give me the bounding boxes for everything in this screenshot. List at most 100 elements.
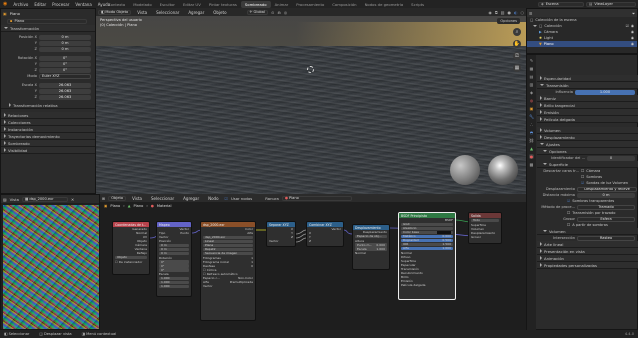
alpha-field[interactable]: Alfa 1.000: [401, 246, 453, 250]
plane-row[interactable]: ▼ Plano ◉: [527, 41, 637, 47]
lineart-section[interactable]: Arte lineal: [537, 241, 638, 248]
camera-checkbox[interactable]: ☐: [581, 169, 584, 173]
shadow-checkbox[interactable]: ☐: [581, 175, 584, 179]
lightprobe-checkbox[interactable]: ☑: [581, 181, 584, 185]
close-image-icon[interactable]: ✕: [71, 197, 74, 202]
viewport-menu-view[interactable]: Vista: [134, 10, 150, 15]
view-layer-selector[interactable]: ▤ ViewLayer: [586, 1, 636, 7]
mapping-type-dropdown[interactable]: Punto: [180, 231, 189, 235]
settings-section[interactable]: Ajustes: [537, 141, 638, 148]
constraints-tab-icon[interactable]: ⛓︎: [529, 138, 534, 143]
navigation-gizmo[interactable]: ⌕ ✋ ⎚ ▦: [512, 28, 522, 88]
data-tab-icon[interactable]: ▲: [530, 146, 533, 151]
image-texture-node[interactable]: dsp_2000.exr Color Alfa dsp_2000.exr Lin…: [200, 221, 256, 321]
modifier-tab-icon[interactable]: 🔧︎: [529, 114, 534, 119]
rotation-mode-dropdown[interactable]: Euler XYZ: [39, 73, 91, 79]
checkbox-icon[interactable]: ☑: [626, 24, 629, 28]
displacement-scale-field[interactable]: Escala 1.000: [355, 247, 387, 251]
output-tab-icon[interactable]: ▤: [530, 74, 534, 79]
collections-section[interactable]: Colecciones: [1, 119, 95, 126]
eye-icon[interactable]: ◉: [631, 30, 634, 34]
relations-section[interactable]: Relaciones: [1, 112, 95, 119]
image-offset-field[interactable]: 0: [251, 264, 253, 268]
viewport-display-section[interactable]: Presentación en vista: [537, 248, 638, 255]
object-name-field[interactable]: ▪ Plano: [7, 18, 87, 24]
image-editor-icon[interactable]: ▨: [3, 197, 7, 202]
overlay-icon[interactable]: ⧉: [495, 10, 498, 15]
tab-uv[interactable]: Editar UV: [179, 1, 205, 8]
mapping-node[interactable]: Mapeo Vector Tipo Punto Vector Posición 0…: [156, 221, 192, 297]
outliner-editor-icon[interactable]: ☰: [529, 11, 532, 16]
visibility-section[interactable]: Visibilidad: [1, 147, 95, 154]
shading-solid-icon[interactable]: ●: [508, 10, 512, 15]
combine-xyz-node[interactable]: Combinar XYZ Vector X Y Z: [306, 221, 344, 247]
image-selector[interactable]: ▩ dsp_2000.exr: [21, 196, 68, 202]
menu-file[interactable]: Archivo: [10, 2, 31, 7]
rotation-y-field[interactable]: 0°: [39, 61, 91, 67]
surface-subsection[interactable]: Superficie: [537, 161, 638, 168]
object-tab-icon[interactable]: ▣: [530, 106, 534, 111]
tab-shading[interactable]: Sombreado: [240, 0, 271, 8]
mapping-rot-z[interactable]: 0°: [159, 268, 189, 272]
instancing-section[interactable]: Instanciación: [1, 126, 95, 133]
texture-tab-icon[interactable]: ▩: [530, 162, 534, 167]
displacement-method-dropdown[interactable]: Desplazamiento y relieve: [577, 186, 637, 192]
displacement-space-dropdown[interactable]: Espacio de obj...: [355, 234, 387, 238]
eye-icon[interactable]: ◉: [631, 36, 634, 40]
tool-tab-icon[interactable]: ✎: [530, 58, 533, 63]
shading-render-icon[interactable]: ○: [521, 10, 525, 15]
tab-layout[interactable]: Contexto: [104, 1, 129, 8]
position-z-field[interactable]: 0 m: [39, 46, 91, 52]
motion-paths-section[interactable]: Trayectorias demovimiento: [1, 133, 95, 140]
pivot-icon[interactable]: ⊙: [271, 10, 274, 15]
displacement-node[interactable]: Desplazamiento Desplazamiento Espacio de…: [352, 224, 390, 270]
transmission-section[interactable]: Transmisión: [537, 82, 638, 89]
image-editor-menu-view[interactable]: Vista: [10, 197, 19, 202]
tab-geometry-nodes[interactable]: Nodos de geometría: [361, 1, 408, 8]
scale-y-field[interactable]: 26.063: [39, 88, 91, 94]
principled-bsdf-node[interactable]: BSDF Principista BSDF GGX Aleatorio Colo…: [398, 212, 456, 300]
render-method-dropdown[interactable]: Tramado: [577, 204, 635, 210]
sheen-section[interactable]: Brillo tangencial: [537, 102, 638, 109]
transparent-shadows-checkbox[interactable]: ☑: [567, 199, 570, 203]
xray-icon[interactable]: ▧: [501, 10, 505, 15]
proportional-icon[interactable]: ◎: [284, 10, 288, 15]
tab-animation[interactable]: Animar: [271, 1, 293, 8]
thickness-dropdown[interactable]: Esfera: [577, 216, 635, 222]
filter-icon[interactable]: ⏷: [632, 11, 635, 16]
from-shadows-checkbox[interactable]: ☐: [567, 223, 570, 227]
render-tab-icon[interactable]: ▦: [530, 66, 534, 71]
image-source-dropdown[interactable]: Secuencia de imagen: [203, 251, 253, 255]
intersection-dropdown[interactable]: Rasteo: [577, 235, 635, 241]
3d-cursor-icon[interactable]: [307, 66, 314, 73]
transform-orientation-dropdown[interactable]: ✛ Global: [246, 9, 269, 15]
physics-tab-icon[interactable]: ◓: [530, 130, 534, 135]
mapping-pos-z[interactable]: 0 m: [159, 251, 189, 255]
rotation-x-field[interactable]: 0°: [39, 55, 91, 61]
tab-rendering[interactable]: Procesamiento: [292, 1, 328, 8]
shader-node-editor[interactable]: ⊞ Objeto Vista Seleccionar Agregar Nodo …: [100, 194, 526, 330]
animation-section[interactable]: Animación: [537, 255, 638, 262]
transmission-weight-field[interactable]: 1.000: [575, 89, 635, 95]
position-x-field[interactable]: 0 m: [39, 34, 91, 40]
delta-transform-header[interactable]: Transformación relativa: [1, 102, 95, 109]
image-editor[interactable]: ▨ Vista ▩ dsp_2000.exr ✕: [0, 194, 100, 330]
mapping-scale-z[interactable]: 1.000: [159, 284, 189, 288]
texcoord-object-field[interactable]: Objeto: [115, 255, 147, 259]
particles-tab-icon[interactable]: ∴: [530, 122, 533, 127]
output-target-dropdown[interactable]: Todo: [471, 218, 499, 222]
menu-edit[interactable]: Editar: [31, 2, 49, 7]
tab-sculpt[interactable]: Escultor: [156, 1, 179, 8]
eye-icon[interactable]: ◉: [631, 42, 634, 46]
grid-view-icon[interactable]: ▦: [513, 64, 521, 72]
alpha-mode-dropdown[interactable]: Premultiplicada: [230, 280, 253, 284]
options-section[interactable]: Opciones: [537, 148, 638, 155]
texture-coordinate-node[interactable]: Coordenadas de t... Generado Normal UV O…: [112, 221, 150, 275]
world-tab-icon[interactable]: ◍: [530, 98, 534, 103]
position-y-field[interactable]: 0 m: [39, 40, 91, 46]
coat-section[interactable]: Barniz: [537, 95, 638, 102]
tab-compositing[interactable]: Composición: [328, 1, 360, 8]
shading-section[interactable]: Sombreado: [1, 140, 95, 147]
scene-tab-icon[interactable]: ◈: [530, 90, 533, 95]
displacement-section[interactable]: Desplazamiento: [537, 134, 638, 141]
